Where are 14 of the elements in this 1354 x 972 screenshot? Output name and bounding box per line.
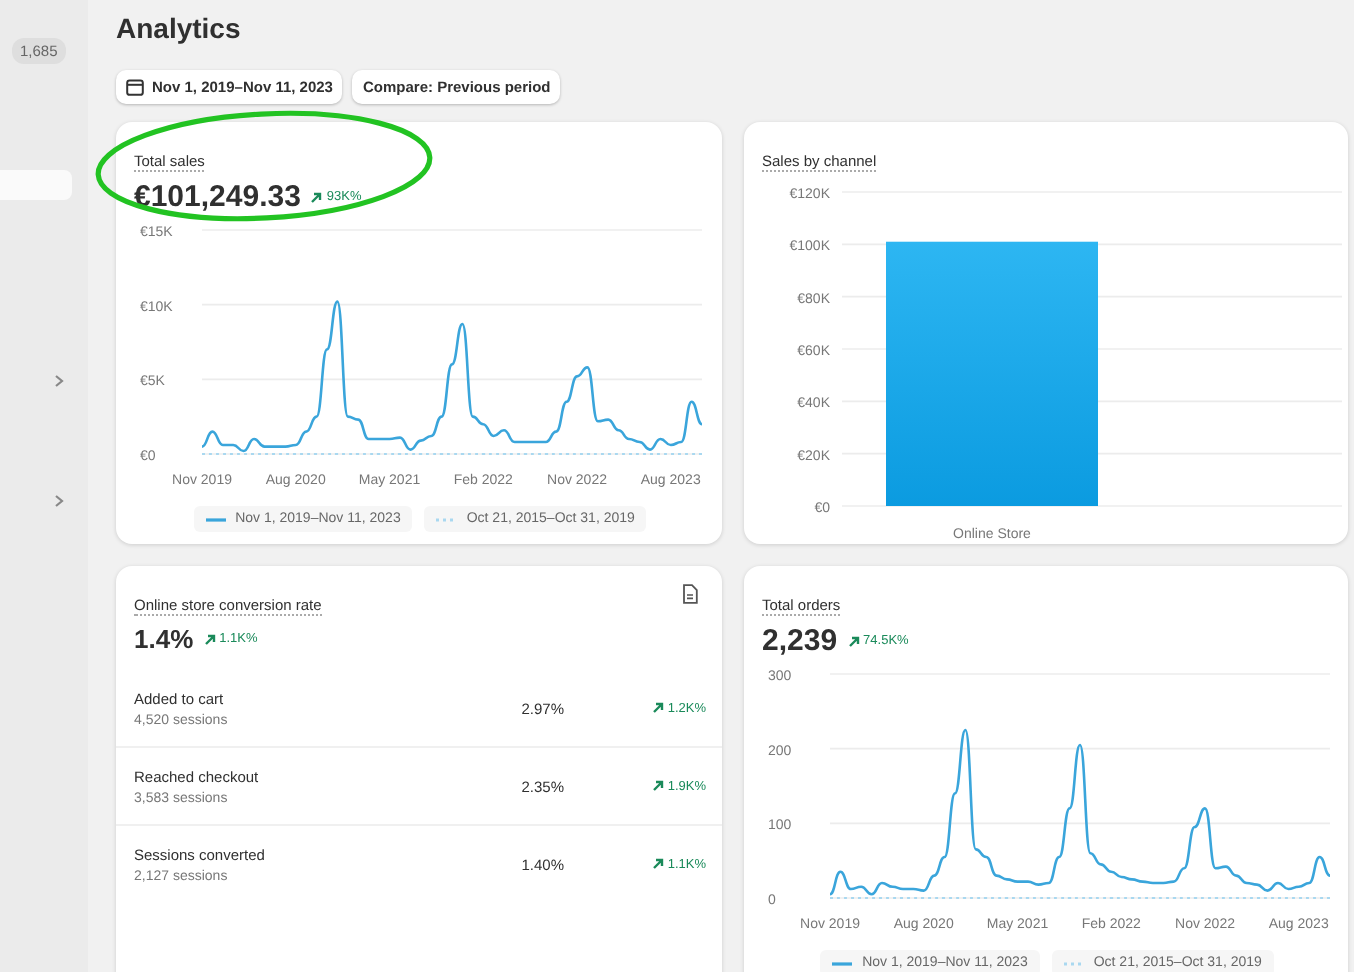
metric-value: 2,239 bbox=[762, 624, 838, 658]
arrow-up-right-icon bbox=[651, 858, 664, 870]
page-title: Analytics bbox=[116, 12, 243, 44]
chevron-icon[interactable] bbox=[54, 494, 64, 508]
arrow-up-right-icon bbox=[847, 635, 860, 647]
calendar-icon bbox=[126, 78, 144, 96]
arrow-up-right-icon bbox=[203, 633, 216, 645]
arrow-up-right-icon bbox=[310, 191, 323, 203]
chevron-icon[interactable] bbox=[54, 374, 64, 388]
arrow-up-right-icon bbox=[651, 780, 664, 792]
arrow-up-right-icon bbox=[651, 702, 664, 714]
metric-value: 1.4% bbox=[134, 624, 194, 654]
document-icon[interactable] bbox=[682, 584, 698, 604]
metric-value: €101,249.33 bbox=[134, 180, 301, 214]
